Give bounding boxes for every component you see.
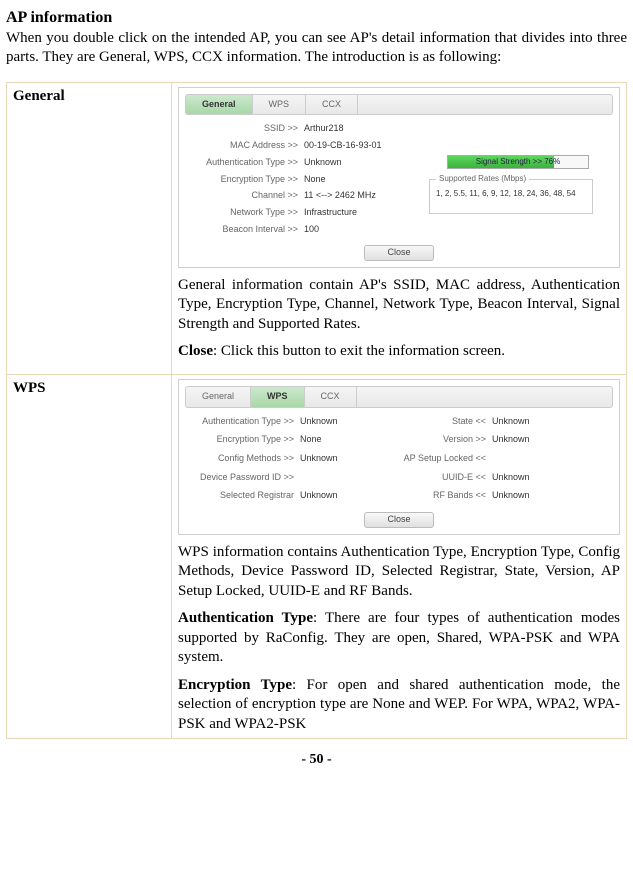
close-bar: Close (185, 245, 613, 261)
row-content-general: General WPS CCX SSID >> Arthur218 MAC Ad… (172, 82, 627, 374)
field-value: 00-19-CB-16-93-01 (304, 140, 434, 152)
rates-value: 1, 2, 5.5, 11, 6, 9, 12, 18, 24, 36, 48,… (436, 189, 576, 198)
tab-general[interactable]: General (186, 387, 251, 407)
field-key: Config Methods >> (199, 453, 294, 465)
wps-screenshot: General WPS CCX Authentication Type >> U… (178, 379, 620, 535)
field-key: Authentication Type >> (199, 416, 294, 428)
rates-title: Supported Rates (Mbps) (436, 174, 529, 183)
close-bar: Close (185, 512, 613, 528)
field-key: Authentication Type >> (203, 157, 298, 169)
field-key: UUID-E << (376, 472, 486, 484)
field-value: None (300, 434, 370, 446)
field-value: Unknown (492, 416, 552, 428)
tab-row: General WPS CCX (185, 386, 613, 408)
general-desc: General information contain AP's SSID, M… (178, 276, 620, 335)
tab-general[interactable]: General (186, 95, 253, 115)
row-label-wps: WPS (7, 374, 172, 738)
supported-rates-box: Supported Rates (Mbps) 1, 2, 5.5, 11, 6,… (429, 179, 593, 214)
general-screenshot: General WPS CCX SSID >> Arthur218 MAC Ad… (178, 87, 620, 268)
field-value: 11 <--> 2462 MHz (304, 190, 434, 202)
intro-paragraph: When you double click on the intended AP… (6, 29, 627, 68)
signal-text: Signal Strength >> 76% (448, 156, 588, 168)
field-key: Version >> (376, 434, 486, 446)
tab-ccx[interactable]: CCX (306, 95, 358, 115)
page-number-text: - 50 - (301, 752, 331, 767)
field-key: AP Setup Locked << (376, 453, 486, 465)
general-close-desc: Close: Click this button to exit the inf… (178, 342, 620, 362)
field-key: Device Password ID >> (199, 472, 294, 484)
field-key: Selected Registrar (199, 490, 294, 502)
page-number: - 50 - (6, 751, 627, 769)
info-table: General General WPS CCX SSID >> Arthur21… (6, 82, 627, 740)
field-value: Unknown (300, 453, 370, 465)
field-value: Unknown (300, 490, 370, 502)
wps-enc-desc: Encryption Type: For open and shared aut… (178, 676, 620, 735)
row-content-wps: General WPS CCX Authentication Type >> U… (172, 374, 627, 738)
enc-type-bold: Encryption Type (178, 677, 292, 693)
close-button[interactable]: Close (364, 245, 433, 261)
field-value: Unknown (300, 416, 370, 428)
field-key: Network Type >> (203, 207, 298, 219)
signal-strength-bar: Signal Strength >> 76% (447, 155, 589, 169)
field-value: Arthur218 (304, 123, 434, 135)
tab-ccx[interactable]: CCX (305, 387, 357, 407)
tab-wps[interactable]: WPS (251, 387, 305, 407)
field-key: SSID >> (203, 123, 298, 135)
field-value: Infrastructure (304, 207, 434, 219)
field-key: Encryption Type >> (203, 174, 298, 186)
field-key: RF Bands << (376, 490, 486, 502)
field-key: State << (376, 416, 486, 428)
auth-type-bold: Authentication Type (178, 610, 313, 626)
field-key: Beacon Interval >> (203, 224, 298, 236)
row-label-general: General (7, 82, 172, 374)
field-value (300, 472, 370, 484)
field-value (492, 453, 552, 465)
close-label-rest: : Click this button to exit the informat… (213, 343, 505, 359)
wps-desc: WPS information contains Authentication … (178, 543, 620, 602)
field-value: Unknown (492, 472, 552, 484)
table-row: WPS General WPS CCX Authentication Type … (7, 374, 627, 738)
field-key: Channel >> (203, 190, 298, 202)
section-heading: AP information (6, 8, 627, 29)
wps-fields: Authentication Type >> Unknown State << … (199, 416, 599, 502)
field-key: MAC Address >> (203, 140, 298, 152)
field-value: Unknown (492, 490, 552, 502)
field-value: Unknown (304, 157, 434, 169)
wps-auth-desc: Authentication Type: There are four type… (178, 609, 620, 668)
general-body: SSID >> Arthur218 MAC Address >> 00-19-C… (185, 123, 613, 261)
field-value: Unknown (492, 434, 552, 446)
field-key: Encryption Type >> (199, 434, 294, 446)
close-label-bold: Close (178, 343, 213, 359)
tab-wps[interactable]: WPS (253, 95, 307, 115)
field-value: 100 (304, 224, 434, 236)
field-value: None (304, 174, 434, 186)
tab-row: General WPS CCX (185, 94, 613, 116)
table-row: General General WPS CCX SSID >> Arthur21… (7, 82, 627, 374)
close-button[interactable]: Close (364, 512, 433, 528)
